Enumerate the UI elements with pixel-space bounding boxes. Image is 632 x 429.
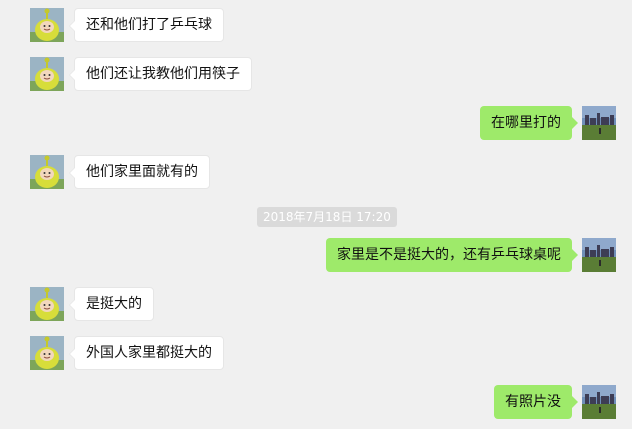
message-row: 在哪里打的 [316,106,616,142]
landscape-avatar-icon[interactable] [582,385,616,419]
landscape-avatar-icon[interactable] [582,106,616,140]
message-row: 他们还让我教他们用筷子 [30,57,330,93]
message-bubble[interactable]: 是挺大的 [69,287,154,321]
teletubby-avatar-icon[interactable] [30,336,64,370]
message-row: 是挺大的 [30,287,330,323]
message-bubble[interactable]: 外国人家里都挺大的 [69,336,224,370]
message-bubble[interactable]: 在哪里打的 [480,106,578,140]
message-bubble[interactable]: 还和他们打了乒乓球 [69,8,224,42]
landscape-avatar-icon[interactable] [582,238,616,272]
message-bubble[interactable]: 有照片没 [494,385,578,419]
teletubby-avatar-icon[interactable] [30,155,64,189]
message-bubble[interactable]: 家里是不是挺大的，还有乒乓球桌呢 [326,238,578,272]
timestamp-label: 2018年7月18日 17:20 [257,207,397,227]
message-bubble[interactable]: 他们还让我教他们用筷子 [69,57,252,91]
message-row: 外国人家里都挺大的 [30,336,330,372]
message-row: 他们家里面就有的 [30,155,330,191]
message-bubble[interactable]: 他们家里面就有的 [69,155,210,189]
teletubby-avatar-icon[interactable] [30,8,64,42]
message-row: 还和他们打了乒乓球 [30,8,330,44]
teletubby-avatar-icon[interactable] [30,287,64,321]
teletubby-avatar-icon[interactable] [30,57,64,91]
message-row: 家里是不是挺大的，还有乒乓球桌呢 [296,238,616,274]
message-row: 有照片没 [316,385,616,421]
